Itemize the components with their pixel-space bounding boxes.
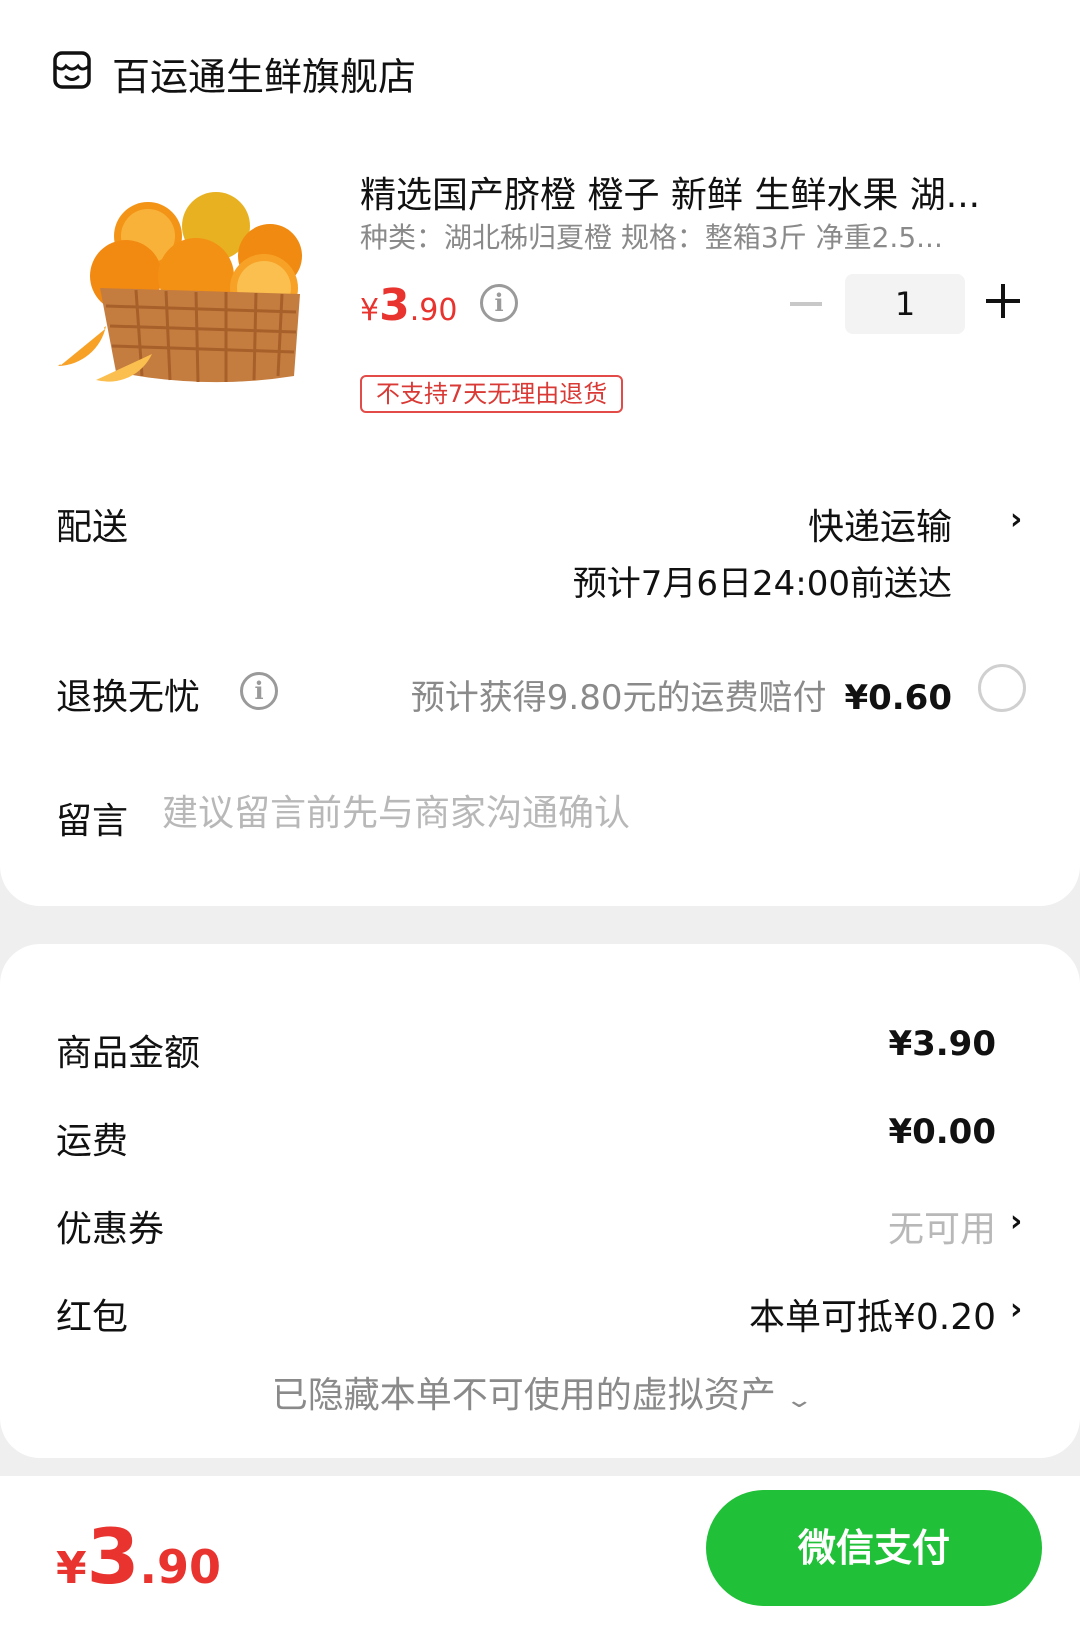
coupon-label: 优惠券 — [56, 1209, 165, 1250]
order-card — [0, 0, 1080, 906]
shipping-fee-value: ¥0.00 — [888, 1112, 996, 1152]
total-price: ¥3.90 — [56, 1512, 221, 1601]
product-specs[interactable]: 种类：湖北秭归夏橙 规格：整箱3斤 净重2.5... — [360, 216, 960, 256]
delivery-label: 配送 — [56, 507, 129, 548]
coupon-chevron-icon[interactable]: › — [1010, 1204, 1022, 1239]
shop-icon[interactable] — [52, 50, 92, 90]
return-insurance-radio[interactable] — [978, 664, 1026, 712]
price-integer: 3 — [379, 280, 410, 331]
shop-name[interactable]: 百运通生鲜旗舰店 — [112, 46, 416, 101]
goods-amount-label: 商品金额 — [56, 1033, 201, 1074]
price-info-icon[interactable]: i — [480, 284, 518, 322]
red-packet-chevron-icon[interactable]: › — [1010, 1292, 1022, 1327]
price-decimal: .90 — [409, 293, 458, 328]
hidden-assets-text: 已隐藏本单不可使用的虚拟资产 — [271, 1375, 776, 1416]
delivery-eta: 预计7月6日24:00前送达 — [572, 564, 952, 604]
decrease-quantity-button[interactable] — [790, 302, 822, 306]
increase-quantity-button[interactable] — [986, 284, 1020, 318]
message-input[interactable] — [162, 790, 962, 836]
shipping-fee-label: 运费 — [56, 1121, 129, 1162]
coupon-value[interactable]: 无可用 — [888, 1200, 996, 1252]
message-label: 留言 — [56, 801, 129, 842]
chevron-down-icon: ⌄ — [784, 1388, 814, 1413]
return-insurance-desc: 预计获得9.80元的运费赔付 ¥0.60 — [411, 670, 952, 719]
goods-amount-value: ¥3.90 — [888, 1024, 996, 1064]
wechat-pay-button[interactable]: 微信支付 — [706, 1490, 1042, 1606]
red-packet-value[interactable]: 本单可抵¥0.20 — [749, 1288, 996, 1340]
total-symbol: ¥ — [56, 1543, 87, 1594]
return-insurance-info-icon[interactable]: i — [240, 672, 278, 710]
total-integer: 3 — [86, 1512, 140, 1601]
return-insurance-label: 退换无忧 — [56, 677, 201, 718]
price-symbol: ¥ — [360, 293, 380, 328]
hidden-assets-toggle[interactable]: 已隐藏本单不可使用的虚拟资产 ⌄ — [0, 1366, 1080, 1418]
total-decimal: .90 — [139, 1540, 222, 1594]
delivery-method[interactable]: 快递运输 — [808, 498, 952, 550]
product-title[interactable]: 精选国产脐橙 橙子 新鲜 生鲜水果 湖... — [360, 166, 1020, 218]
product-image[interactable] — [56, 176, 318, 408]
return-insurance-text: 预计获得9.80元的运费赔付 — [410, 678, 827, 718]
chevron-right-icon[interactable]: › — [1010, 502, 1022, 537]
product-price: ¥3.90 — [360, 280, 457, 331]
quantity-field[interactable]: 1 — [845, 274, 965, 334]
red-packet-label: 红包 — [56, 1297, 129, 1338]
no-return-badge: 不支持7天无理由退货 — [360, 375, 624, 413]
return-insurance-amount: ¥0.60 — [844, 678, 952, 718]
